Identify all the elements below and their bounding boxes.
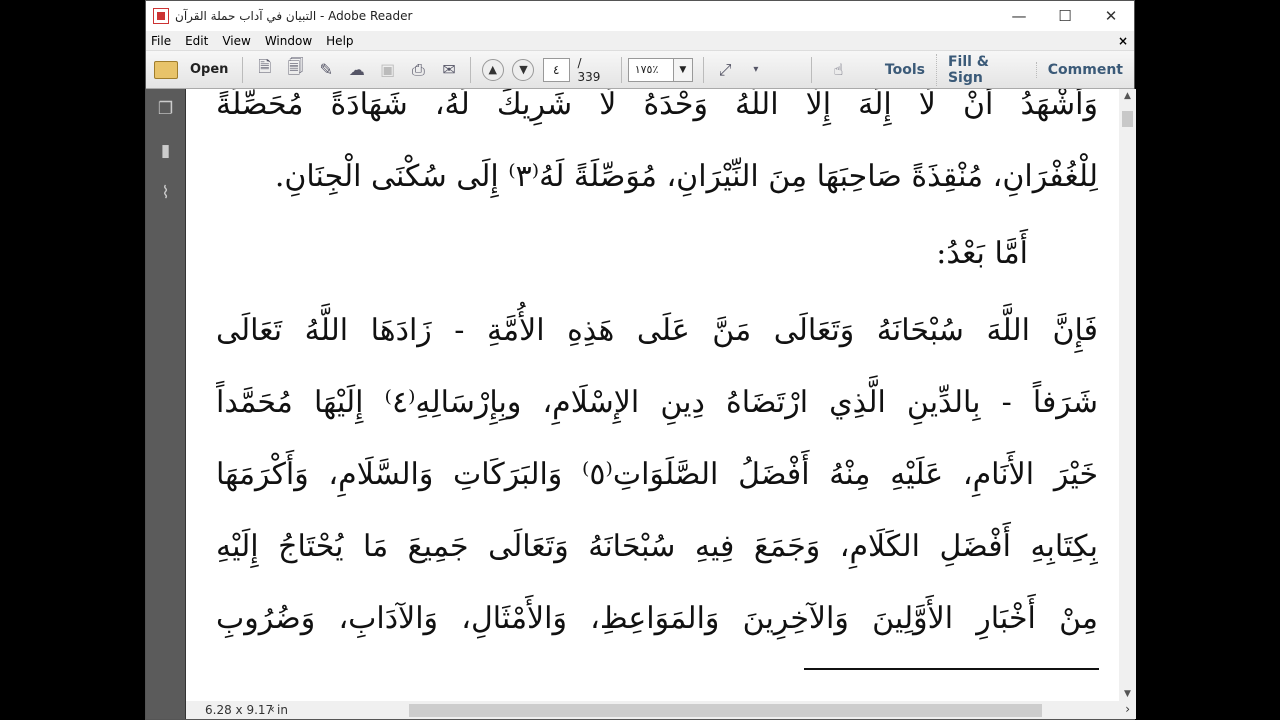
next-page-button[interactable]: ▼ [511,57,536,83]
divider [242,56,244,83]
edit-pdf-icon[interactable]: ✎ [314,57,339,83]
text-line: أَمَّا بَعْدُ: [936,236,1028,271]
zoom-input[interactable]: ١٧٥٪ [627,57,674,82]
scroll-left-icon[interactable]: ‹ [270,702,275,716]
bookmarks-icon[interactable]: ▮ [156,141,176,163]
close-document-icon[interactable]: × [1118,34,1128,48]
menu-window[interactable]: Window [265,34,312,48]
page-total: / 339 [577,55,601,84]
horizontal-scrollbar[interactable]: ‹ › [266,701,1136,719]
page-thumbnails-icon[interactable]: ❐ [156,99,176,121]
document-view: وَأَشْهَدُ أَنْ لَا إِلَهَ إِلَّا اللَّه… [186,89,1119,701]
zoom-dropdown-icon[interactable]: ▼ [673,57,693,82]
hand-tool-icon[interactable]: ☝ [826,57,851,83]
divider [470,56,472,83]
attachments-icon[interactable]: ⌇ [156,183,176,205]
tools-button[interactable]: Tools [874,62,936,78]
window-title: التبيان في آداب حملة القرآن - Adobe Read… [175,9,413,23]
adobe-reader-window: التبيان في آداب حملة القرآن - Adobe Read… [145,0,1136,720]
divider [811,56,813,83]
text-line: بِكِتَابِهِ أَفْضَلِ الكَلَامِ، وَجَمَعَ… [216,529,1098,564]
toolbar: Open 🗎 🗐 ✎ ☁ ▣ ⎙ ✉ ▲ ▼ ٤ / 339 ١٧٥٪ ▼ ⤢ … [146,51,1134,89]
scroll-thumb[interactable] [409,704,1042,717]
text-line: خَيْرَ الأَنَامِ، عَلَيْهِ مِنْهُ أَفْضَ… [216,457,1098,492]
scroll-right-icon[interactable]: › [1125,702,1130,716]
upload-cloud-icon[interactable]: ☁ [345,57,370,83]
scroll-thumb[interactable] [1122,111,1133,127]
text-line: مِنْ أَخْبَارِ الأَوَّلِينَ وَالآخِرِينَ… [216,601,1098,636]
menu-help[interactable]: Help [326,34,353,48]
toolbar-options-icon[interactable]: ▾ [744,57,769,83]
status-bar: 6.28 x 9.17 in ‹ › [186,701,1136,719]
divider [620,56,622,83]
comment-button[interactable]: Comment [1035,61,1134,78]
minimize-button[interactable]: — [996,1,1042,31]
create-pdf-icon[interactable]: 🗎 [252,57,277,83]
menu-edit[interactable]: Edit [185,34,208,48]
previous-page-button[interactable]: ▲ [480,57,505,83]
scroll-up-icon[interactable]: ▲ [1119,91,1136,101]
divider [702,56,704,83]
fit-page-icon[interactable]: ⤢ [713,57,738,83]
open-label: Open [190,62,229,77]
footnote-separator [804,668,1099,670]
menu-view[interactable]: View [222,34,250,48]
folder-icon [154,60,178,79]
save-icon[interactable]: ▣ [375,57,400,83]
open-button[interactable]: Open [154,60,229,79]
text-line: وَأَشْهَدُ أَنْ لَا إِلَهَ إِلَّا اللَّه… [216,89,1098,122]
menu-bar: File Edit View Window Help × [146,31,1134,51]
menu-file[interactable]: File [151,34,171,48]
page-number-input[interactable]: ٤ [542,57,570,82]
title-bar: التبيان في آداب حملة القرآن - Adobe Read… [146,1,1134,31]
text-line: لِلْغُفْرَانِ، مُنْقِذَةً صَاحِبَهَا مِن… [274,159,1098,194]
text-line: شَرَفاً - بِالدِّينِ الَّذِي ارْتَضَاهُ … [216,385,1098,420]
email-icon[interactable]: ✉ [437,57,462,83]
fill-sign-button[interactable]: Fill & Sign [935,53,1036,86]
scroll-down-icon[interactable]: ▼ [1119,689,1136,699]
page-size: 6.28 x 9.17 in [205,703,288,717]
close-button[interactable]: ✕ [1088,1,1134,31]
print-icon[interactable]: ⎙ [406,57,431,83]
text-line: فَإِنَّ اللَّهَ سُبْحَانَهُ وَتَعَالَى م… [216,313,1098,348]
adobe-reader-icon [153,8,169,24]
page-text: وَأَشْهَدُ أَنْ لَا إِلَهَ إِلَّا اللَّه… [216,89,1098,655]
navigation-pane: ❐ ▮ ⌇ [146,89,186,719]
maximize-button[interactable]: ☐ [1042,1,1088,31]
vertical-scrollbar[interactable]: ▲ ▼ [1119,89,1136,701]
export-pdf-icon[interactable]: 🗐 [283,57,308,83]
